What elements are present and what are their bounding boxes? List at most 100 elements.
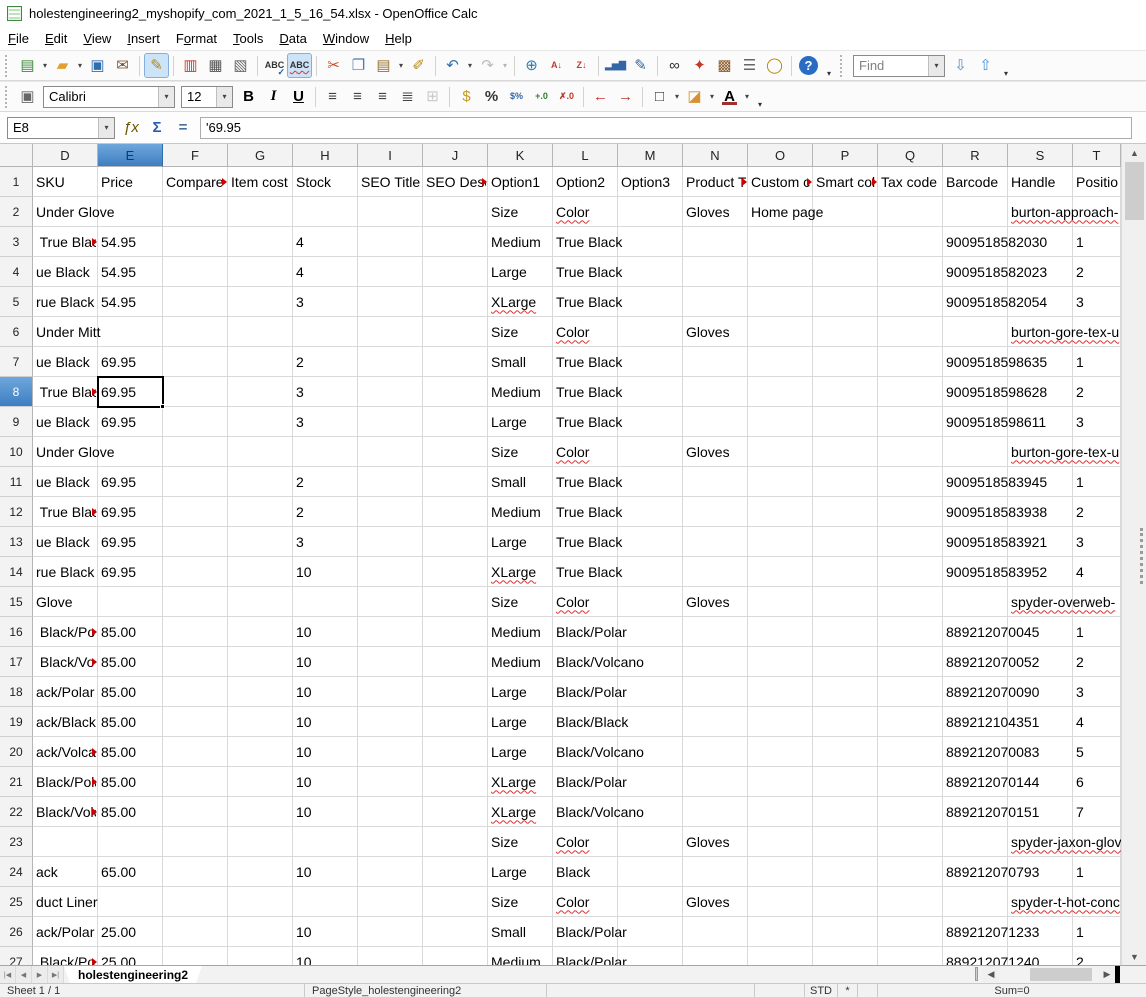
cell-R8[interactable]: 9009518598628 (943, 377, 1008, 407)
cell-Q6[interactable] (878, 317, 943, 347)
row-header-2[interactable]: 2 (0, 197, 33, 227)
cell-Q10[interactable] (878, 437, 943, 467)
cell-T7[interactable]: 1 (1073, 347, 1121, 377)
export-pdf-icon[interactable]: ▥ (179, 54, 202, 77)
cell-L10[interactable]: Color (553, 437, 618, 467)
cell-Q23[interactable] (878, 827, 943, 857)
align-right-icon[interactable]: ≡ (371, 85, 394, 108)
cell-H3[interactable]: 4 (293, 227, 358, 257)
vertical-scroll-thumb[interactable] (1125, 162, 1144, 220)
edit-mode-icon[interactable]: ✎ (145, 54, 168, 77)
cell-H2[interactable] (293, 197, 358, 227)
cell-D1[interactable]: SKU (33, 167, 98, 197)
cell-G27[interactable] (228, 947, 293, 965)
cell-L23[interactable]: Color (553, 827, 618, 857)
cell-O12[interactable] (748, 497, 813, 527)
cell-K22[interactable]: XLarge (488, 797, 553, 827)
cell-G13[interactable] (228, 527, 293, 557)
cell-N9[interactable] (683, 407, 748, 437)
cell-G26[interactable] (228, 917, 293, 947)
cell-I11[interactable] (358, 467, 423, 497)
cell-S25[interactable]: spyder-t-hot-conc (1008, 887, 1073, 917)
cell-O27[interactable] (748, 947, 813, 965)
menu-window[interactable]: Window (315, 28, 377, 49)
cell-M8[interactable] (618, 377, 683, 407)
cell-L8[interactable]: True Black (553, 377, 618, 407)
cell-P20[interactable] (813, 737, 878, 767)
cell-M16[interactable] (618, 617, 683, 647)
cell-J1[interactable]: SEO Desc (423, 167, 488, 197)
cell-R15[interactable] (943, 587, 1008, 617)
cell-P27[interactable] (813, 947, 878, 965)
cell-J13[interactable] (423, 527, 488, 557)
menu-tools[interactable]: Tools (225, 28, 271, 49)
menu-data[interactable]: Data (271, 28, 314, 49)
cell-G8[interactable] (228, 377, 293, 407)
row-header-24[interactable]: 24 (0, 857, 33, 887)
cell-Q8[interactable] (878, 377, 943, 407)
cell-E1[interactable]: Price (98, 167, 163, 197)
cell-D20[interactable]: ack/Volca (33, 737, 98, 767)
cell-E3[interactable]: 54.95 (98, 227, 163, 257)
cell-G2[interactable] (228, 197, 293, 227)
cell-H4[interactable]: 4 (293, 257, 358, 287)
cell-O18[interactable] (748, 677, 813, 707)
cell-G12[interactable] (228, 497, 293, 527)
cell-I19[interactable] (358, 707, 423, 737)
cell-F9[interactable] (163, 407, 228, 437)
cell-N7[interactable] (683, 347, 748, 377)
cell-D5[interactable]: rue Black (33, 287, 98, 317)
cell-J19[interactable] (423, 707, 488, 737)
cell-F11[interactable] (163, 467, 228, 497)
cell-N22[interactable] (683, 797, 748, 827)
cell-L13[interactable]: True Black (553, 527, 618, 557)
cell-D12[interactable]: True Blac (33, 497, 98, 527)
dropdown-arrow-icon[interactable]: ▾ (75, 61, 85, 70)
cell-F3[interactable] (163, 227, 228, 257)
cell-I1[interactable]: SEO Title (358, 167, 423, 197)
cell-Q4[interactable] (878, 257, 943, 287)
cell-E18[interactable]: 85.00 (98, 677, 163, 707)
undo-icon[interactable]: ↶ (441, 54, 464, 77)
cell-N15[interactable]: Gloves (683, 587, 748, 617)
row-header-16[interactable]: 16 (0, 617, 33, 647)
cell-I7[interactable] (358, 347, 423, 377)
page-style-indicator[interactable]: PageStyle_holestengineering2 (305, 984, 547, 997)
scroll-left-icon[interactable]: ◀ (983, 966, 999, 983)
row-header-15[interactable]: 15 (0, 587, 33, 617)
find-previous-icon[interactable]: ⇧ (974, 54, 997, 77)
sort-descending-icon[interactable]: Z↓ (570, 54, 593, 77)
cell-G11[interactable] (228, 467, 293, 497)
cell-L4[interactable]: True Black (553, 257, 618, 287)
cell-D21[interactable]: Black/Pola (33, 767, 98, 797)
cell-E17[interactable]: 85.00 (98, 647, 163, 677)
cell-O9[interactable] (748, 407, 813, 437)
cell-G19[interactable] (228, 707, 293, 737)
email-icon[interactable]: ✉ (111, 54, 134, 77)
font-name-select[interactable]: Calibri▾ (43, 86, 175, 108)
cell-F27[interactable] (163, 947, 228, 965)
cell-P4[interactable] (813, 257, 878, 287)
cell-O7[interactable] (748, 347, 813, 377)
cell-J11[interactable] (423, 467, 488, 497)
cell-D7[interactable]: ue Black (33, 347, 98, 377)
cell-P21[interactable] (813, 767, 878, 797)
cell-R27[interactable]: 889212071240 (943, 947, 1008, 965)
cell-K27[interactable]: Medium (488, 947, 553, 965)
cell-E11[interactable]: 69.95 (98, 467, 163, 497)
cell-M7[interactable] (618, 347, 683, 377)
column-header-S[interactable]: S (1008, 144, 1073, 167)
font-size-select-dropdown-icon[interactable]: ▾ (216, 87, 232, 107)
cell-H18[interactable]: 10 (293, 677, 358, 707)
cell-N23[interactable]: Gloves (683, 827, 748, 857)
row-header-11[interactable]: 11 (0, 467, 33, 497)
cell-O26[interactable] (748, 917, 813, 947)
row-header-13[interactable]: 13 (0, 527, 33, 557)
scroll-up-icon[interactable]: ▲ (1122, 144, 1146, 161)
cell-O10[interactable] (748, 437, 813, 467)
row-header-14[interactable]: 14 (0, 557, 33, 587)
cell-P12[interactable] (813, 497, 878, 527)
cell-P26[interactable] (813, 917, 878, 947)
underline-icon[interactable]: U (287, 85, 310, 108)
cell-L21[interactable]: Black/Polar (553, 767, 618, 797)
